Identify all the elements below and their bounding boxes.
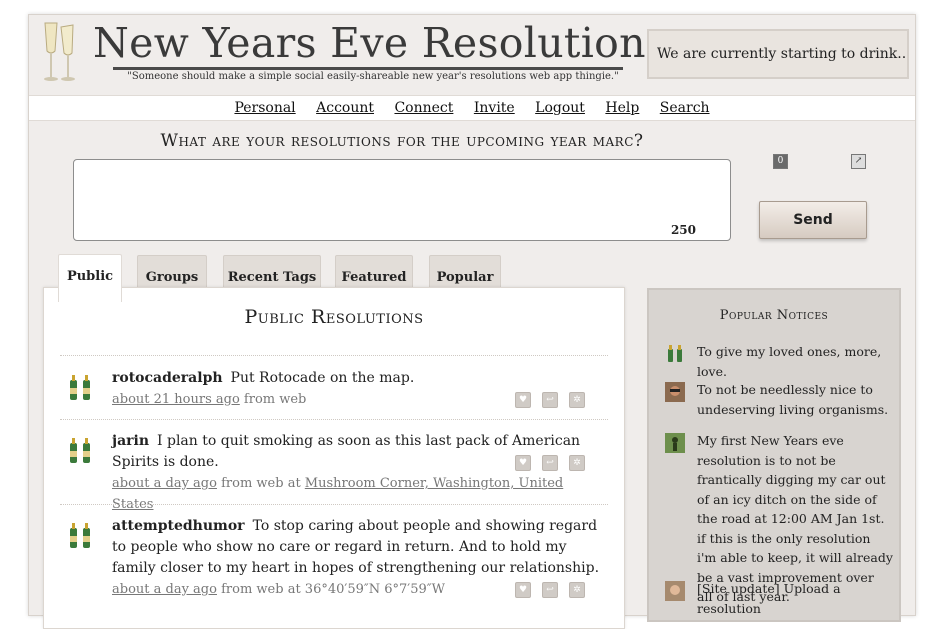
site-header: New Years Eve Resolutions "Someone shoul… (29, 15, 915, 95)
nav-account[interactable]: Account (316, 100, 374, 116)
source-text: from web at 36°40′59″N 6°7′59″W (216, 582, 445, 597)
site-status-box: We are currently starting to drink... (647, 29, 909, 79)
tab-featured[interactable]: Featured (335, 255, 413, 290)
tab-popular[interactable]: Popular (429, 255, 501, 290)
timestamp-link[interactable]: about 21 hours ago (112, 392, 240, 407)
nav-personal[interactable]: Personal (234, 100, 295, 116)
champagne-glasses-icon (70, 438, 90, 463)
pin-icon[interactable]: ↗ (851, 154, 866, 169)
resolution-textarea[interactable]: 250 (73, 159, 731, 241)
nav-help[interactable]: Help (605, 100, 639, 116)
reply-icon[interactable]: ↩ (542, 392, 558, 408)
source-text: from web at (216, 476, 305, 491)
notice-text: [Site update] Upload a resolution (697, 581, 841, 616)
avatar (665, 581, 685, 601)
repeat-icon[interactable]: ✲ (569, 455, 585, 471)
public-resolutions-panel: Public Resolutions rotocaderalph Put Roto… (43, 287, 625, 629)
composer-question: What are your resolutions for the upcomi… (160, 131, 644, 151)
champagne-glasses-logo-icon (44, 22, 75, 81)
nav-search[interactable]: Search (660, 100, 710, 116)
page-frame: New Years Eve Resolutions "Someone shoul… (28, 14, 916, 629)
item-actions: ♥ ↩ ✲ (504, 455, 588, 471)
main-nav: Personal Account Connect Invite Logout H… (29, 95, 915, 121)
reply-icon[interactable]: ↩ (542, 455, 558, 471)
timestamp-link[interactable]: about a day ago (112, 582, 217, 597)
source-text: from web (239, 392, 307, 407)
nav-connect[interactable]: Connect (394, 100, 453, 116)
notice-text: To give my loved ones, more, love. (697, 344, 882, 379)
site-title[interactable]: New Years Eve Resolutions (93, 19, 667, 67)
heart-icon[interactable]: ♥ (515, 582, 531, 598)
paperclip-icon[interactable]: 0 (773, 154, 788, 169)
heart-icon[interactable]: ♥ (515, 455, 531, 471)
champagne-glasses-icon (70, 523, 90, 548)
username-link[interactable]: attemptedhumor (112, 518, 245, 534)
panel-title: Public Resolutions (244, 306, 424, 328)
nav-invite[interactable]: Invite (474, 100, 515, 116)
tab-public[interactable]: Public (58, 254, 122, 302)
item-actions: ♥ ↩ ✲ (504, 392, 588, 408)
resolution-text: Put Rotocade on the map. (230, 370, 415, 386)
avatar (665, 433, 685, 453)
champagne-glasses-icon (70, 375, 90, 400)
tab-groups[interactable]: Groups (137, 255, 207, 290)
sidebar-title: Popular Notices (719, 308, 829, 323)
notice-text: To not be needlessly nice to undeserving… (697, 382, 889, 417)
avatar (665, 382, 685, 402)
username-link[interactable]: rotocaderalph (112, 370, 223, 386)
site-tagline: "Someone should make a simple social eas… (127, 71, 619, 82)
divider (60, 504, 608, 505)
champagne-glasses-icon (668, 345, 682, 362)
repeat-icon[interactable]: ✲ (569, 392, 585, 408)
heart-icon[interactable]: ♥ (515, 392, 531, 408)
send-button[interactable]: Send (759, 201, 867, 239)
nav-logout[interactable]: Logout (535, 100, 585, 116)
repeat-icon[interactable]: ✲ (569, 582, 585, 598)
item-actions: ♥ ↩ ✲ (504, 582, 588, 598)
username-link[interactable]: jarin (112, 433, 149, 449)
timestamp-link[interactable]: about a day ago (112, 476, 217, 491)
popular-notices-sidebar: Popular Notices To give my loved ones, m… (647, 288, 901, 622)
tab-recent-tags[interactable]: Recent Tags (223, 255, 321, 290)
reply-icon[interactable]: ↩ (542, 582, 558, 598)
divider (60, 355, 608, 356)
char-counter: 250 (670, 223, 696, 237)
divider (60, 419, 608, 420)
title-underline (113, 67, 623, 70)
